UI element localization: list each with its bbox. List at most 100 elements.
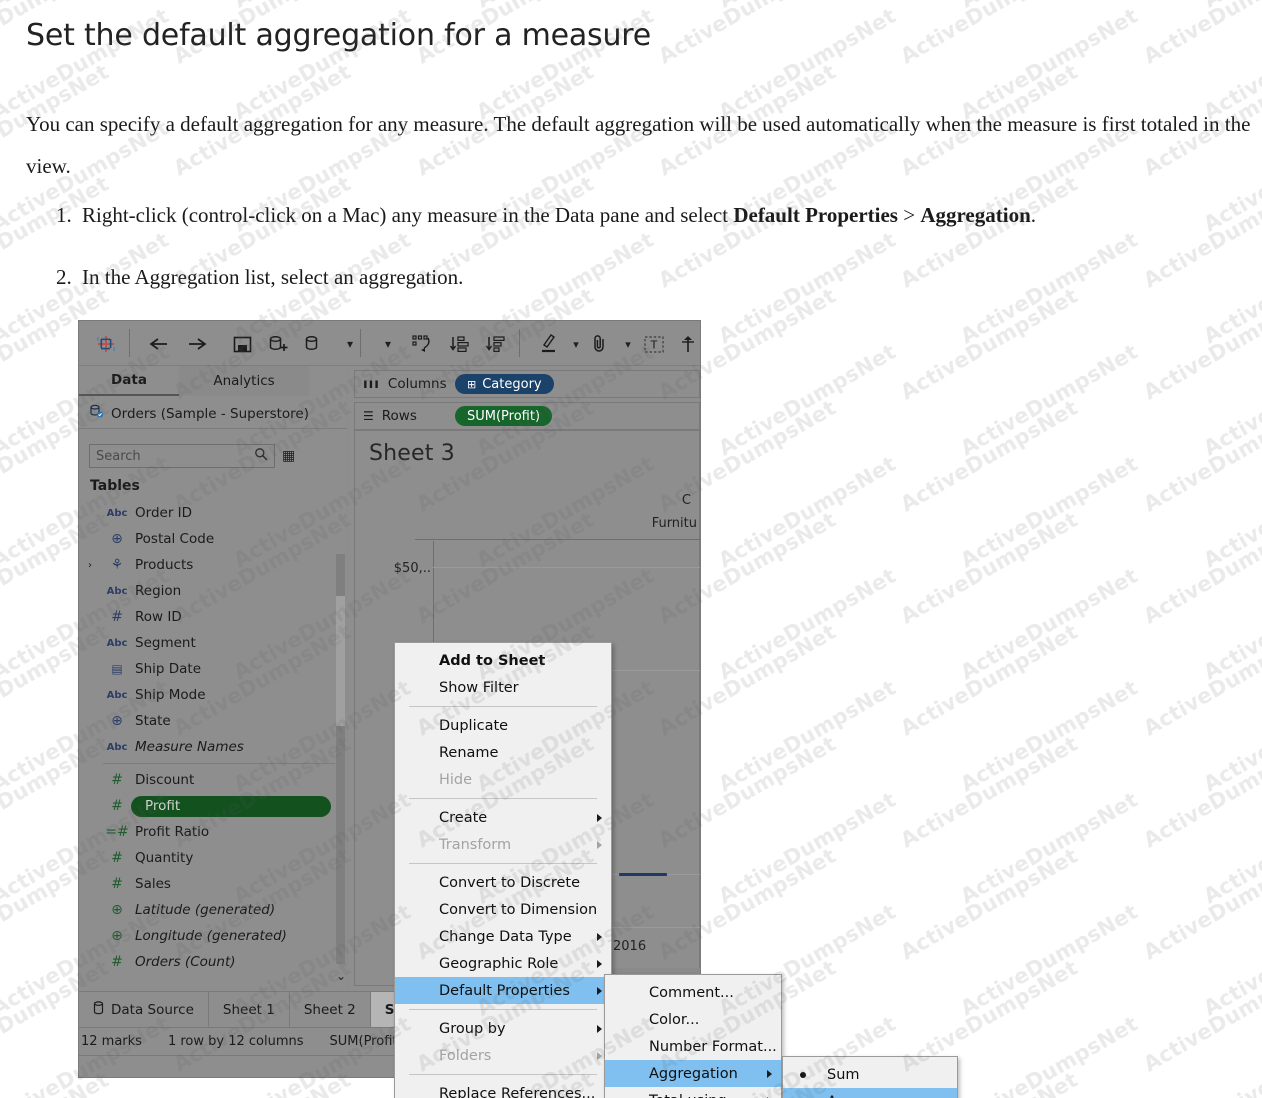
chevron-down-icon[interactable]: ⌄ xyxy=(336,969,346,983)
menu-item-number-format[interactable]: Number Format... xyxy=(605,1033,781,1060)
chevron-down-icon[interactable]: ▾ xyxy=(375,331,401,357)
save-icon[interactable] xyxy=(229,331,255,357)
mark-line-segment[interactable] xyxy=(619,873,667,876)
menu-item-label: Transform xyxy=(439,837,511,853)
columns-shelf[interactable]: ııı Columns ⊞ Category xyxy=(354,370,700,398)
tab-analytics[interactable]: Analytics xyxy=(179,366,309,396)
pill-label: Category xyxy=(482,377,541,392)
sheet-tab-sheet1[interactable]: Sheet 1 xyxy=(209,992,290,1027)
menu-item-comment[interactable]: Comment... xyxy=(605,979,781,1006)
forward-arrow-icon[interactable] xyxy=(185,331,211,357)
field-row[interactable]: #Quantity xyxy=(79,845,347,871)
sheet-tab-label: Data Source xyxy=(111,1002,194,1018)
pane-tabs: Data Analytics xyxy=(79,366,347,396)
field-row[interactable]: AbcSegment xyxy=(79,630,347,656)
divider xyxy=(79,428,347,429)
submenu-arrow-icon xyxy=(597,960,602,968)
rows-label-text: Rows xyxy=(382,408,417,424)
swap-axes-icon[interactable] xyxy=(409,331,435,357)
sort-descending-icon[interactable] xyxy=(483,331,509,357)
field-row[interactable]: AbcRegion xyxy=(79,578,347,604)
data-pane-scrollbar-thumb[interactable] xyxy=(336,596,345,726)
watermark-text: ActiveDumpsNet xyxy=(714,340,899,461)
menu-item-sum[interactable]: Sum xyxy=(783,1061,957,1088)
field-row[interactable]: ⊕Longitude (generated) xyxy=(79,923,347,949)
field-row[interactable]: =#Profit Ratio xyxy=(79,819,347,845)
menu-item-change-data-type[interactable]: Change Data Type xyxy=(395,923,611,950)
back-arrow-icon[interactable] xyxy=(145,331,171,357)
field-row[interactable]: AbcMeasure Names xyxy=(79,734,347,760)
sheet-tab-sheet2[interactable]: Sheet 2 xyxy=(290,992,371,1027)
context-menu[interactable]: Add to Sheet Show Filter Duplicate Renam… xyxy=(394,642,612,1098)
search-input[interactable]: Search xyxy=(89,444,275,468)
status-marks: 12 marks xyxy=(81,1034,142,1049)
watermark-text: ActiveDumpsNet xyxy=(957,676,1142,797)
highlight-icon[interactable] xyxy=(535,331,561,357)
menu-item-replace-references[interactable]: Replace References... xyxy=(395,1080,611,1098)
tab-data[interactable]: Data xyxy=(79,366,179,396)
show-labels-icon[interactable]: T xyxy=(641,331,667,357)
watermark-text: ActiveDumpsNet xyxy=(1139,0,1262,68)
menu-item-convert-to-dimension[interactable]: Convert to Dimension xyxy=(395,896,611,923)
rows-icon: ☰ xyxy=(363,409,374,423)
globe-icon: ⊕ xyxy=(103,713,131,729)
chevron-down-icon[interactable]: ▾ xyxy=(615,331,641,357)
field-label: Orders (Count) xyxy=(131,954,236,970)
field-row[interactable]: AbcOrder ID xyxy=(79,500,347,526)
pill-category[interactable]: ⊞ Category xyxy=(455,374,554,394)
field-row[interactable]: #Row ID xyxy=(79,604,347,630)
new-data-source-icon[interactable] xyxy=(265,331,291,357)
menu-item-add-to-sheet[interactable]: Add to Sheet xyxy=(395,647,611,674)
abc-icon: Abc xyxy=(103,586,131,597)
sort-ascending-icon[interactable] xyxy=(447,331,473,357)
field-row[interactable]: #Orders (Count) xyxy=(79,949,347,975)
field-row[interactable]: ⊕Postal Code xyxy=(79,526,347,552)
menu-item-convert-to-discrete[interactable]: Convert to Discrete xyxy=(395,869,611,896)
field-row[interactable]: ▤Ship Date xyxy=(79,656,347,682)
default-properties-submenu[interactable]: Comment... Color... Number Format... Agg… xyxy=(604,974,782,1098)
tableau-logo-icon[interactable] xyxy=(93,331,119,357)
data-source-row[interactable]: Orders (Sample - Superstore) xyxy=(89,404,309,423)
watermark-row: ActiveDumpsNetActiveDumpsNetActiveDumpsN… xyxy=(0,52,1262,76)
menu-item-default-properties[interactable]: Default Properties xyxy=(395,977,611,1004)
watermark-text: ActiveDumpsNet xyxy=(1139,844,1262,965)
field-row[interactable]: #Sales xyxy=(79,871,347,897)
watermark-text: ActiveDumpsNet xyxy=(897,508,1082,629)
field-row[interactable]: ›⚘Products xyxy=(79,552,347,578)
chevron-right-icon[interactable]: › xyxy=(88,560,92,571)
search-icon[interactable] xyxy=(254,447,268,465)
menu-item-group-by[interactable]: Group by xyxy=(395,1015,611,1042)
group-members-icon[interactable] xyxy=(587,331,613,357)
menu-divider xyxy=(409,863,597,864)
menu-item-aggregation[interactable]: Aggregation xyxy=(605,1060,781,1087)
menu-item-average[interactable]: Average xyxy=(783,1088,957,1098)
field-row[interactable]: #Discount xyxy=(79,767,347,793)
menu-item-duplicate[interactable]: Duplicate xyxy=(395,712,611,739)
menu-item-total-using[interactable]: Total using xyxy=(605,1087,781,1098)
menu-item-show-filter[interactable]: Show Filter xyxy=(395,674,611,701)
menu-item-geographic-role[interactable]: Geographic Role xyxy=(395,950,611,977)
pill-sum-profit[interactable]: SUM(Profit) xyxy=(455,406,552,426)
menu-item-rename[interactable]: Rename xyxy=(395,739,611,766)
field-row[interactable]: ⊕Latitude (generated) xyxy=(79,897,347,923)
radio-selected-icon xyxy=(800,1072,806,1078)
field-row-profit[interactable]: #Profit xyxy=(79,793,347,819)
gridline xyxy=(433,567,700,568)
data-source-name: Orders (Sample - Superstore) xyxy=(111,406,309,422)
menu-item-create[interactable]: Create xyxy=(395,804,611,831)
watermark-text: ActiveDumpsNet xyxy=(714,564,899,685)
fit-icon[interactable] xyxy=(675,331,700,357)
new-connection-icon[interactable] xyxy=(301,331,327,357)
sheet-tab-data-source[interactable]: Data Source xyxy=(79,992,209,1027)
watermark-text: ActiveDumpsNet xyxy=(897,620,1082,741)
submenu-arrow-icon xyxy=(597,1052,602,1060)
hash-icon: # xyxy=(103,850,131,866)
field-row[interactable]: AbcShip Mode xyxy=(79,682,347,708)
aggregation-submenu[interactable]: Sum Average Median Count Count (Distinct… xyxy=(782,1056,958,1098)
rows-shelf[interactable]: ☰ Rows SUM(Profit) xyxy=(354,402,700,430)
menu-item-color[interactable]: Color... xyxy=(605,1006,781,1033)
grid-view-icon[interactable]: ▦ xyxy=(282,448,294,464)
globe-icon: ⊕ xyxy=(103,531,131,547)
chevron-down-icon[interactable]: ▾ xyxy=(563,331,589,357)
field-row[interactable]: ⊕State xyxy=(79,708,347,734)
